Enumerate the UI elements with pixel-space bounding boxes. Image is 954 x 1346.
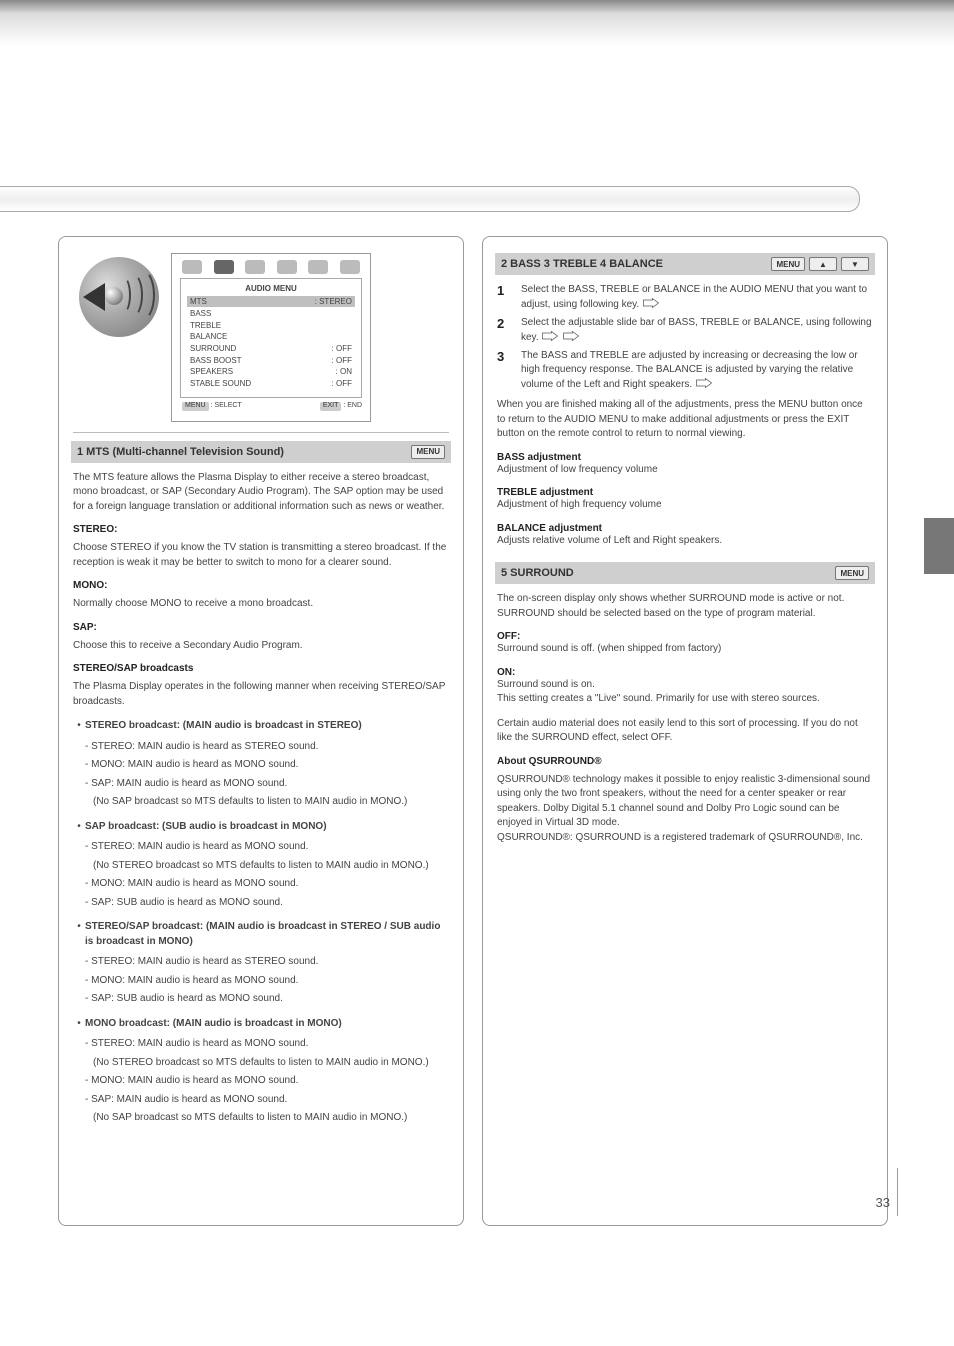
step-1: 1 Select the BASS, TREBLE or BALANCE in … bbox=[497, 283, 873, 312]
page-footer-rule bbox=[897, 1168, 898, 1216]
osd-item-mts: MTS : STEREO bbox=[187, 296, 355, 308]
osd-hint-exit-key: EXIT bbox=[320, 402, 342, 410]
step-3: 3 The BASS and TREBLE are adjusted by in… bbox=[497, 349, 873, 392]
osd-menu-panel: AUDIO MENU MTS : STEREO BASS TREBLE BALA… bbox=[171, 253, 371, 422]
right-arrow-icon bbox=[642, 297, 660, 309]
right-arrow-icon bbox=[562, 330, 580, 342]
left-column: AUDIO MENU MTS : STEREO BASS TREBLE BALA… bbox=[58, 236, 464, 1226]
osd-menu-title: AUDIO MENU bbox=[187, 283, 355, 295]
page-side-tab bbox=[924, 518, 954, 574]
mts-sap-desc: Choose this to receive a Secondary Audio… bbox=[73, 639, 449, 654]
mts-stereo-desc: Choose STEREO if you know the TV station… bbox=[73, 541, 449, 570]
page-number: 33 bbox=[876, 1195, 890, 1210]
section-head-234: 2 BASS 3 TREBLE 4 BALANCE MENU ▲ ▼ bbox=[495, 253, 875, 275]
speaker-icon bbox=[73, 253, 161, 341]
right-column: 2 BASS 3 TREBLE 4 BALANCE MENU ▲ ▼ 1 Sel… bbox=[482, 236, 888, 1226]
osd-item-treble: TREBLE bbox=[187, 320, 355, 332]
osd-item-bass: BASS bbox=[187, 308, 355, 320]
osd-item-stablesound: STABLE SOUND: OFF bbox=[187, 378, 355, 390]
osd-item-balance: BALANCE bbox=[187, 331, 355, 343]
mts-mono-desc: Normally choose MONO to receive a mono b… bbox=[73, 597, 449, 612]
osd-tab-video-icon bbox=[182, 260, 202, 274]
down-key-icon: ▼ bbox=[841, 257, 869, 271]
osd-item-surround: SURROUND: OFF bbox=[187, 343, 355, 355]
menu-key-icon: MENU bbox=[771, 257, 805, 271]
osd-item-bassboost: BASS BOOST: OFF bbox=[187, 355, 355, 367]
right-arrow-icon bbox=[541, 330, 559, 342]
menu-key-icon: MENU bbox=[835, 566, 869, 580]
page-top-gradient bbox=[0, 0, 954, 46]
osd-hint-menu-key: MENU bbox=[182, 402, 209, 410]
right-arrow-icon bbox=[695, 377, 713, 389]
section-head-surround: 5 SURROUND MENU bbox=[495, 562, 875, 584]
note-234: When you are finished making all of the … bbox=[497, 398, 873, 442]
section-head-mts: 1 MTS (Multi-channel Television Sound) M… bbox=[71, 441, 451, 463]
menu-key-icon: MENU bbox=[411, 445, 445, 459]
osd-figure: AUDIO MENU MTS : STEREO BASS TREBLE BALA… bbox=[73, 247, 449, 433]
osd-tab-lang-icon bbox=[340, 260, 360, 274]
mts-intro: The MTS feature allows the Plasma Displa… bbox=[73, 471, 449, 515]
up-key-icon: ▲ bbox=[809, 257, 837, 271]
step-2: 2 Select the adjustable slide bar of BAS… bbox=[497, 316, 873, 345]
surround-intro: The on-screen display only shows whether… bbox=[497, 592, 873, 621]
osd-tab-input-icon bbox=[277, 260, 297, 274]
osd-tab-audio-icon bbox=[214, 260, 234, 274]
page-section-banner bbox=[0, 186, 860, 212]
osd-tab-setup-icon bbox=[308, 260, 328, 274]
osd-item-speakers: SPEAKERS: ON bbox=[187, 366, 355, 378]
osd-tab-timer-icon bbox=[245, 260, 265, 274]
